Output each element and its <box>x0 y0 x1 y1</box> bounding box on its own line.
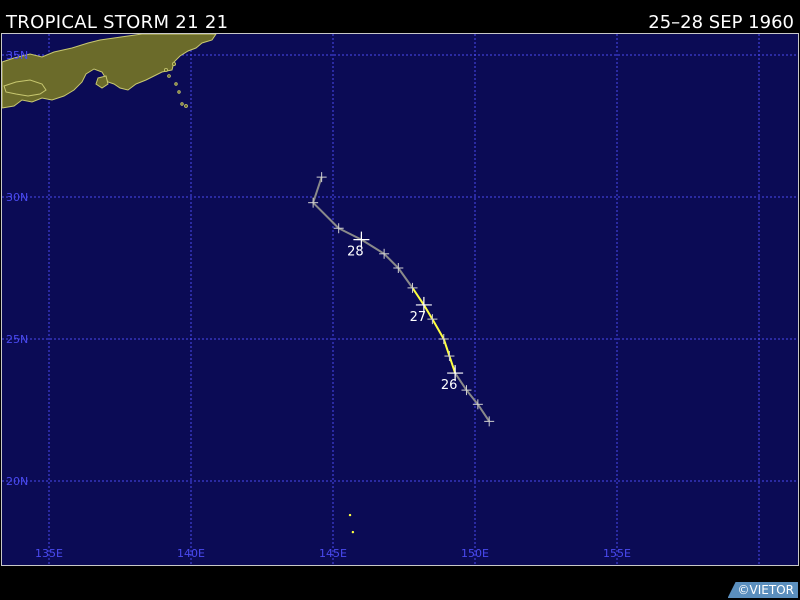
lon-label-145: 145E <box>319 547 347 560</box>
island-7 <box>184 104 188 108</box>
date-range: 25–28 SEP 1960 <box>648 12 794 33</box>
title-bar: TROPICAL STORM 21 21 25–28 SEP 1960 <box>0 0 800 33</box>
lat-label-35: 35N <box>6 49 28 62</box>
day-label-27: 27 <box>410 310 427 325</box>
lon-label-135: 135E <box>35 547 63 560</box>
lon-label-150: 150E <box>461 547 489 560</box>
lat-label-20: 20N <box>6 475 28 488</box>
storm-title: TROPICAL STORM 21 21 <box>6 12 229 33</box>
island-2 <box>167 74 171 78</box>
lat-label-30: 30N <box>6 191 28 204</box>
island <box>351 530 355 534</box>
island-6 <box>180 102 184 106</box>
island-3 <box>171 61 176 66</box>
lat-label-25: 25N <box>6 333 28 346</box>
credit-badge: ©VIETOR <box>727 582 798 598</box>
island-5 <box>177 90 181 94</box>
storm-track-map: 35N 30N 25N 20N 135E 140E 145E 150E 155E… <box>1 33 799 566</box>
island-1 <box>163 68 168 73</box>
bottom-bar <box>0 567 800 600</box>
island <box>348 513 352 517</box>
lon-label-140: 140E <box>177 547 205 560</box>
day-label-28: 28 <box>347 245 364 260</box>
day-label-26: 26 <box>441 378 458 393</box>
map-canvas: 35N 30N 25N 20N 135E 140E 145E 150E 155E… <box>2 34 798 565</box>
ocean <box>2 34 798 565</box>
lon-label-155: 155E <box>603 547 631 560</box>
island-4 <box>174 82 178 86</box>
